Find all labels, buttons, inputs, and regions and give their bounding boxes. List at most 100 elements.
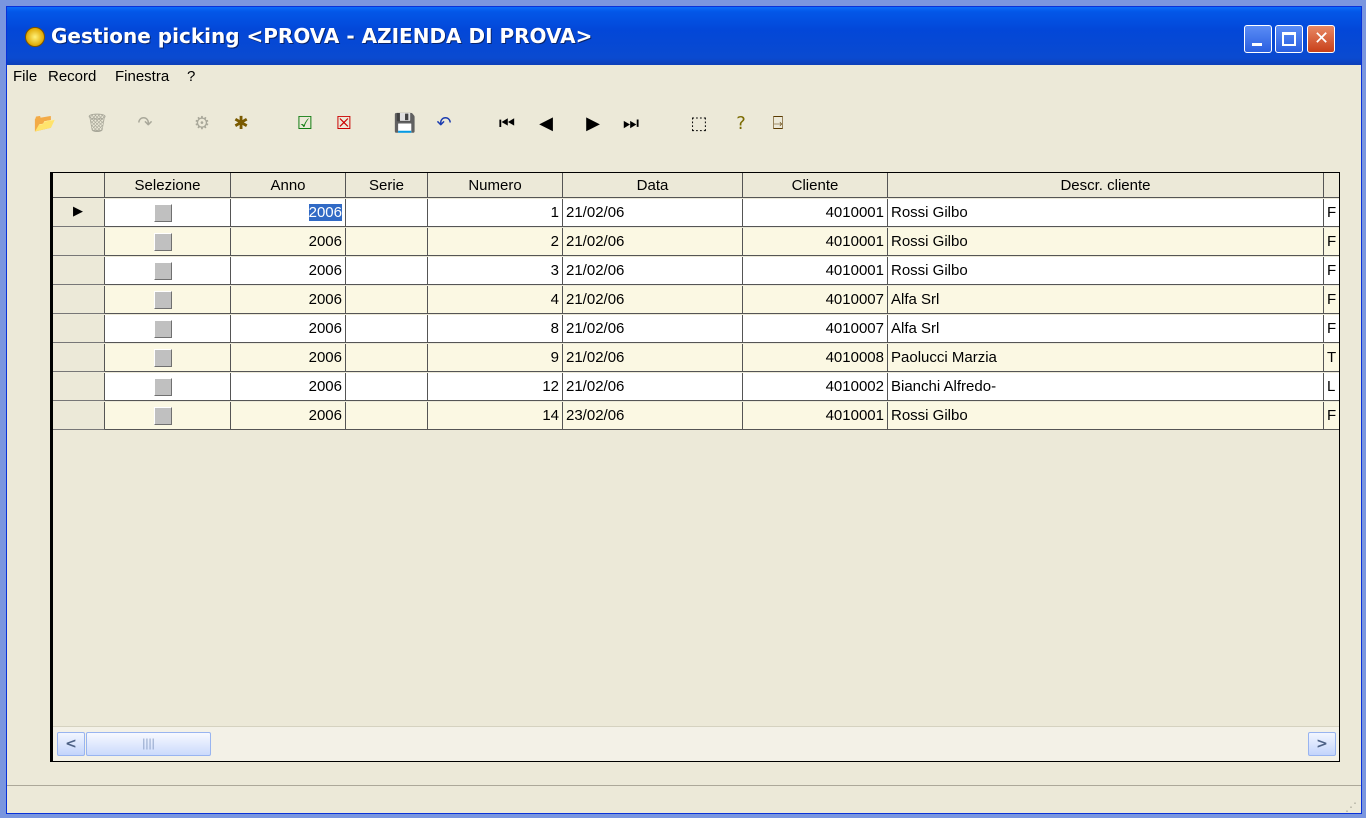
extra-cell[interactable]: L xyxy=(1324,373,1339,401)
serie-cell[interactable] xyxy=(346,199,428,227)
row-header[interactable]: ▶ xyxy=(53,199,105,227)
header-data[interactable]: Data xyxy=(563,173,743,198)
confirm-icon[interactable]: ☑ xyxy=(293,111,317,135)
redo-icon[interactable]: ↷ xyxy=(133,111,157,135)
table-row[interactable]: 2006 14 23/02/06 4010001 Rossi Gilbo F xyxy=(53,402,1339,430)
selezione-cell[interactable] xyxy=(105,344,231,372)
process-icon[interactable]: ✱ xyxy=(229,111,253,135)
row-header[interactable] xyxy=(53,257,105,285)
header-descr-cliente[interactable]: Descr. cliente xyxy=(888,173,1324,198)
menu-help[interactable]: ? xyxy=(187,68,195,85)
selezione-cell[interactable] xyxy=(105,257,231,285)
selezione-cell[interactable] xyxy=(105,315,231,343)
selezione-checkbox[interactable] xyxy=(154,349,172,367)
selezione-checkbox[interactable] xyxy=(154,204,172,222)
serie-cell[interactable] xyxy=(346,402,428,430)
row-header[interactable] xyxy=(53,373,105,401)
serie-cell[interactable] xyxy=(346,344,428,372)
maximize-button[interactable] xyxy=(1275,25,1303,53)
last-record-icon[interactable]: ⏭ xyxy=(619,111,643,135)
anno-cell[interactable]: 2006 xyxy=(231,199,346,227)
descr-cell[interactable]: Rossi Gilbo xyxy=(888,228,1324,256)
scroll-left-button[interactable]: < xyxy=(57,732,85,756)
descr-cell[interactable]: Rossi Gilbo xyxy=(888,257,1324,285)
table-row[interactable]: 2006 9 21/02/06 4010008 Paolucci Marzia T xyxy=(53,344,1339,372)
cancel-icon[interactable]: ☒ xyxy=(332,111,356,135)
numero-cell[interactable]: 14 xyxy=(428,402,563,430)
minimize-button[interactable] xyxy=(1244,25,1272,53)
numero-cell[interactable]: 12 xyxy=(428,373,563,401)
cliente-cell[interactable]: 4010001 xyxy=(743,257,888,285)
header-serie[interactable]: Serie xyxy=(346,173,428,198)
extra-cell[interactable]: F xyxy=(1324,402,1339,430)
cliente-cell[interactable]: 4010001 xyxy=(743,228,888,256)
selezione-checkbox[interactable] xyxy=(154,407,172,425)
delete-icon[interactable]: 🗑 xyxy=(85,111,109,135)
selezione-checkbox[interactable] xyxy=(154,262,172,280)
data-cell[interactable]: 23/02/06 xyxy=(563,402,743,430)
table-row[interactable]: 2006 2 21/02/06 4010001 Rossi Gilbo F xyxy=(53,228,1339,256)
numero-cell[interactable]: 1 xyxy=(428,199,563,227)
cliente-cell[interactable]: 4010007 xyxy=(743,286,888,314)
cliente-cell[interactable]: 4010007 xyxy=(743,315,888,343)
row-header[interactable] xyxy=(53,228,105,256)
selezione-checkbox[interactable] xyxy=(154,378,172,396)
anno-cell[interactable]: 2006 xyxy=(231,402,346,430)
selezione-checkbox[interactable] xyxy=(154,291,172,309)
anno-cell[interactable]: 2006 xyxy=(231,286,346,314)
select-area-icon[interactable]: ⬚ xyxy=(687,111,711,135)
next-record-icon[interactable]: ▶ xyxy=(581,111,605,135)
horizontal-scrollbar[interactable]: < |||| > xyxy=(53,726,1339,761)
table-row[interactable]: 2006 3 21/02/06 4010001 Rossi Gilbo F xyxy=(53,257,1339,285)
open-folder-icon[interactable]: 📂 xyxy=(33,111,57,135)
menu-finestra[interactable]: Finestra xyxy=(115,68,169,85)
descr-cell[interactable]: Bianchi Alfredo- xyxy=(888,373,1324,401)
table-row[interactable]: 2006 8 21/02/06 4010007 Alfa Srl F xyxy=(53,315,1339,343)
table-row[interactable]: 2006 12 21/02/06 4010002 Bianchi Alfredo- L xyxy=(53,373,1339,401)
cliente-cell[interactable]: 4010002 xyxy=(743,373,888,401)
anno-cell[interactable]: 2006 xyxy=(231,228,346,256)
table-row[interactable]: 2006 4 21/02/06 4010007 Alfa Srl F xyxy=(53,286,1339,314)
first-record-icon[interactable]: ⏮ xyxy=(495,111,519,135)
data-cell[interactable]: 21/02/06 xyxy=(563,228,743,256)
header-cliente[interactable]: Cliente xyxy=(743,173,888,198)
numero-cell[interactable]: 4 xyxy=(428,286,563,314)
selezione-cell[interactable] xyxy=(105,199,231,227)
anno-cell[interactable]: 2006 xyxy=(231,257,346,285)
extra-cell[interactable]: F xyxy=(1324,199,1339,227)
cliente-cell[interactable]: 4010001 xyxy=(743,402,888,430)
save-icon[interactable]: 💾 xyxy=(393,111,417,135)
selezione-cell[interactable] xyxy=(105,373,231,401)
descr-cell[interactable]: Alfa Srl xyxy=(888,315,1324,343)
row-header[interactable] xyxy=(53,286,105,314)
serie-cell[interactable] xyxy=(346,257,428,285)
data-cell[interactable]: 21/02/06 xyxy=(563,373,743,401)
table-row[interactable]: ▶ 2006 1 21/02/06 4010001 Rossi Gilbo F xyxy=(53,199,1339,227)
help-icon[interactable]: ? xyxy=(729,111,753,135)
selezione-cell[interactable] xyxy=(105,228,231,256)
header-selezione[interactable]: Selezione xyxy=(105,173,231,198)
previous-record-icon[interactable]: ◀ xyxy=(534,111,558,135)
extra-cell[interactable]: F xyxy=(1324,286,1339,314)
serie-cell[interactable] xyxy=(346,286,428,314)
data-cell[interactable]: 21/02/06 xyxy=(563,344,743,372)
data-cell[interactable]: 21/02/06 xyxy=(563,257,743,285)
close-button[interactable]: ✕ xyxy=(1307,25,1335,53)
anno-cell[interactable]: 2006 xyxy=(231,344,346,372)
records-grid[interactable]: Selezione Anno Serie Numero Data Cliente… xyxy=(50,172,1340,762)
scroll-thumb[interactable]: |||| xyxy=(86,732,211,756)
descr-cell[interactable]: Alfa Srl xyxy=(888,286,1324,314)
extra-cell[interactable]: F xyxy=(1324,228,1339,256)
row-header[interactable] xyxy=(53,344,105,372)
selezione-checkbox[interactable] xyxy=(154,320,172,338)
descr-cell[interactable]: Paolucci Marzia xyxy=(888,344,1324,372)
properties-icon[interactable]: ⚙ xyxy=(190,111,214,135)
header-anno[interactable]: Anno xyxy=(231,173,346,198)
numero-cell[interactable]: 9 xyxy=(428,344,563,372)
selezione-cell[interactable] xyxy=(105,402,231,430)
descr-cell[interactable]: Rossi Gilbo xyxy=(888,199,1324,227)
numero-cell[interactable]: 2 xyxy=(428,228,563,256)
extra-cell[interactable]: F xyxy=(1324,257,1339,285)
row-header[interactable] xyxy=(53,402,105,430)
serie-cell[interactable] xyxy=(346,228,428,256)
